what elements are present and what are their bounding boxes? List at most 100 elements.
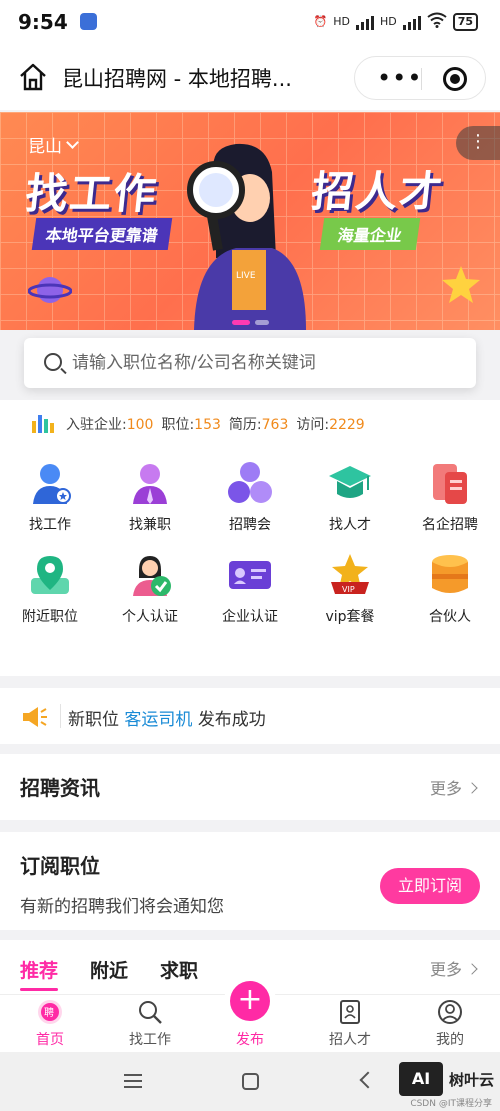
miniprogram-capsule: ••• (354, 56, 486, 100)
plus-icon[interactable]: + (230, 981, 270, 1021)
tab-nearby[interactable]: 附近 (90, 956, 128, 991)
news-more-link[interactable]: 更多 (430, 775, 476, 799)
tab-recommend[interactable]: 推荐 (20, 956, 59, 991)
bottom-tab-bar: 聘 首页 找工作 发布 + 招人才 我的 (0, 981, 500, 1052)
banner-options-icon[interactable]: ⋮ (456, 126, 500, 160)
banner-pagination (232, 320, 269, 325)
personal-verify-icon (133, 556, 171, 596)
city-label: 昆山 (28, 137, 62, 157)
partner-icon (432, 555, 468, 593)
notice-divider (60, 704, 61, 728)
feature-label: 个人认证 (122, 609, 178, 625)
page-title: 昆山招聘网 - 本地招聘... (62, 67, 292, 91)
status-indicators: ⏰ HD HD 75 (313, 12, 478, 31)
feed-tabs: 推荐 附近 求职 (20, 956, 198, 991)
feature-famous-company[interactable]: 名企招聘 (400, 460, 500, 538)
banner-subtitle-right: 海量企业 (319, 218, 421, 250)
watermark-subtext: CSDN @IT课程分享 (410, 1099, 492, 1109)
stat-value: 2229 (329, 417, 365, 433)
feature-part-time[interactable]: 找兼职 (100, 460, 200, 538)
home-icon[interactable] (18, 62, 48, 92)
tab-job-seeking[interactable]: 求职 (160, 956, 198, 991)
bar-chart-icon (32, 415, 54, 433)
feature-job-fair[interactable]: 招聘会 (200, 460, 300, 538)
notice-job-link[interactable]: 客运司机 (124, 710, 192, 730)
feature-grid: 找工作 找兼职 招聘会 找人才 名企招聘 附近职位 个人认证 企业认证 VIP … (0, 460, 500, 630)
city-selector[interactable]: 昆山 (28, 132, 79, 157)
stat-label: 职位: (161, 417, 195, 433)
feature-vip-package[interactable]: VIP vip套餐 (300, 552, 400, 630)
feature-label: vip套餐 (325, 609, 375, 625)
feature-label: 找人才 (329, 517, 371, 533)
tabbar-label: 首页 (36, 1032, 64, 1048)
feature-label: 合伙人 (429, 609, 471, 625)
tabbar-label: 找工作 (129, 1032, 171, 1048)
feed-more-link[interactable]: 更多 (430, 956, 476, 980)
svg-text:聘: 聘 (44, 1006, 54, 1019)
search-bar[interactable] (24, 338, 476, 388)
chevron-down-icon (66, 135, 79, 149)
subscribe-button[interactable]: 立即订阅 (380, 868, 480, 904)
feature-label: 企业认证 (222, 609, 278, 625)
wifi-icon (427, 12, 447, 31)
feature-find-job[interactable]: 找工作 (0, 460, 100, 538)
search-icon (44, 353, 62, 371)
notice-suffix: 发布成功 (197, 710, 266, 730)
close-miniprogram-icon[interactable] (443, 67, 467, 91)
feature-partner[interactable]: 合伙人 (400, 552, 500, 630)
banner-headline-left: 找工作 (23, 169, 161, 218)
recent-apps-icon[interactable] (124, 1074, 142, 1088)
subscribe-title: 订阅职位 (20, 854, 100, 878)
famous-company-icon (433, 464, 467, 504)
banner-illustration: LIVE (187, 143, 306, 330)
top-navbar: 昆山招聘网 - 本地招聘... ••• (0, 44, 500, 110)
stat-resumes: 简历:763 (229, 414, 288, 434)
search-input[interactable] (72, 350, 452, 376)
vip-crown-icon: VIP (331, 554, 369, 594)
feature-label: 找兼职 (129, 517, 171, 533)
speaker-icon (23, 707, 47, 727)
part-time-icon (133, 464, 167, 504)
banner-headline-right: 招人才 (309, 167, 447, 216)
battery-indicator: 75 (452, 12, 478, 31)
tabbar-label: 我的 (436, 1032, 464, 1048)
tabbar-item-home[interactable]: 聘 首页 (0, 999, 100, 1049)
tabbar-item-find-talent[interactable]: 招人才 (300, 999, 400, 1049)
notice-prefix: 新职位 (68, 710, 119, 730)
app-notification-icon (80, 13, 97, 30)
feature-find-talent[interactable]: 找人才 (300, 460, 400, 538)
status-time: 9:54 (18, 10, 68, 34)
watermark-text: 树叶云 (448, 1070, 494, 1089)
hd-label-2: HD (379, 15, 397, 28)
feature-label: 名企招聘 (422, 517, 478, 533)
stat-positions: 职位:153 (161, 414, 220, 434)
watermark-logo: AI (398, 1062, 443, 1096)
feature-company-verify[interactable]: 企业认证 (200, 552, 300, 630)
feature-nearby-jobs[interactable]: 附近职位 (0, 552, 100, 630)
feature-personal-verify[interactable]: 个人认证 (100, 552, 200, 630)
tabbar-item-find-job[interactable]: 找工作 (100, 999, 200, 1049)
map-pin-icon (31, 556, 69, 594)
watermark: AI 树叶云 (398, 1062, 494, 1096)
subscribe-section: 订阅职位 有新的招聘我们将会通知您 立即订阅 (0, 832, 500, 930)
news-section: 招聘资讯 更多 (0, 754, 500, 820)
tabbar-label: 招人才 (329, 1032, 371, 1048)
announcement-bar[interactable]: 新职位 客运司机 发布成功 (0, 688, 500, 744)
planet-decoration (28, 277, 72, 303)
news-title: 招聘资讯 (20, 776, 100, 800)
home-hire-icon: 聘 (38, 1000, 62, 1024)
banner-subtitle-left: 本地平台更靠谱 (31, 218, 173, 250)
feature-label: 附近职位 (22, 609, 78, 625)
hd-label-1: HD (333, 15, 350, 28)
graduate-cap-icon (329, 466, 371, 498)
tabbar-label: 发布 (236, 1032, 264, 1048)
stat-label: 简历: (228, 417, 262, 433)
back-icon[interactable] (359, 1071, 377, 1089)
system-home-icon[interactable] (242, 1073, 259, 1090)
search-icon (139, 1001, 162, 1024)
notice-message: 新职位 客运司机 发布成功 (68, 705, 266, 730)
more-options-icon[interactable]: ••• (377, 66, 422, 90)
tabbar-item-mine[interactable]: 我的 (400, 999, 500, 1049)
hero-banner[interactable]: 昆山 找工作 招人才 本地平台更靠谱 海量企业 LIVE ⋮ (0, 112, 500, 330)
stat-value: 763 (261, 417, 289, 433)
